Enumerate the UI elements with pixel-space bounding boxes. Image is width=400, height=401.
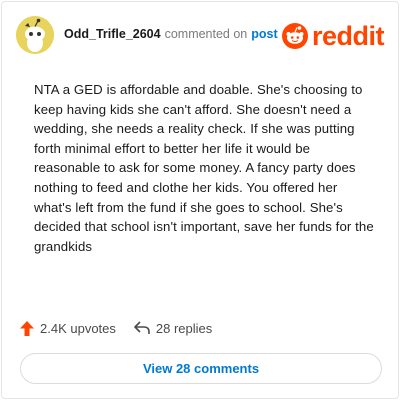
upvote-arrow-icon [20,320,34,336]
reddit-snoo-icon [281,23,308,49]
user-line: Odd_Trifle_2604 commented on post [64,27,278,41]
replies-button[interactable]: 28 replies [134,321,212,336]
commented-on-label: commented on [164,27,248,41]
post-link[interactable]: post [251,27,277,41]
username[interactable]: Odd_Trifle_2604 [64,27,161,41]
upvote-count: 2.4K upvotes [40,320,116,336]
reply-arrow-icon [134,321,150,335]
reply-count: 28 replies [155,320,213,336]
comment-body: NTA a GED is affordable and doable. She'… [34,82,374,254]
reddit-wordmark: reddit [311,20,385,51]
upvote-button[interactable]: 2.4K upvotes [20,320,116,336]
comment-actions: 2.4K upvotes 28 replies [20,318,212,338]
comment-header: Odd_Trifle_2604 commented on post reddit [16,16,385,54]
reddit-logo[interactable]: reddit [281,20,385,52]
comment-card: Odd_Trifle_2604 commented on post reddit N… [1,1,399,399]
snoo-avatar-icon[interactable] [16,16,54,54]
view-comments-button[interactable]: View 28 comments [20,353,382,384]
